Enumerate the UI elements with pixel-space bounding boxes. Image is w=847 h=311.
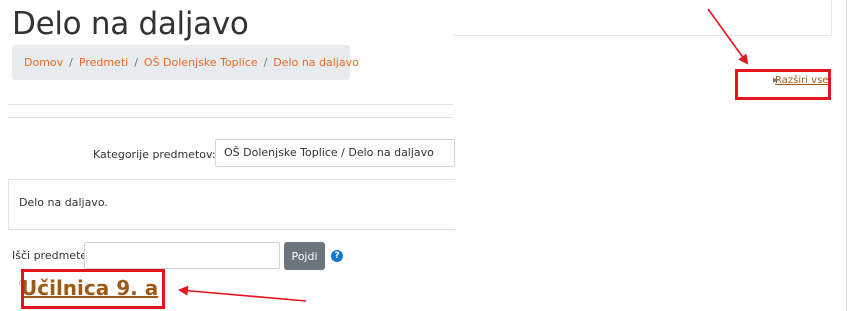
annotation-arrows — [178, 8, 749, 302]
arrow-to-course — [178, 285, 307, 302]
arrow-to-expand — [707, 8, 749, 65]
